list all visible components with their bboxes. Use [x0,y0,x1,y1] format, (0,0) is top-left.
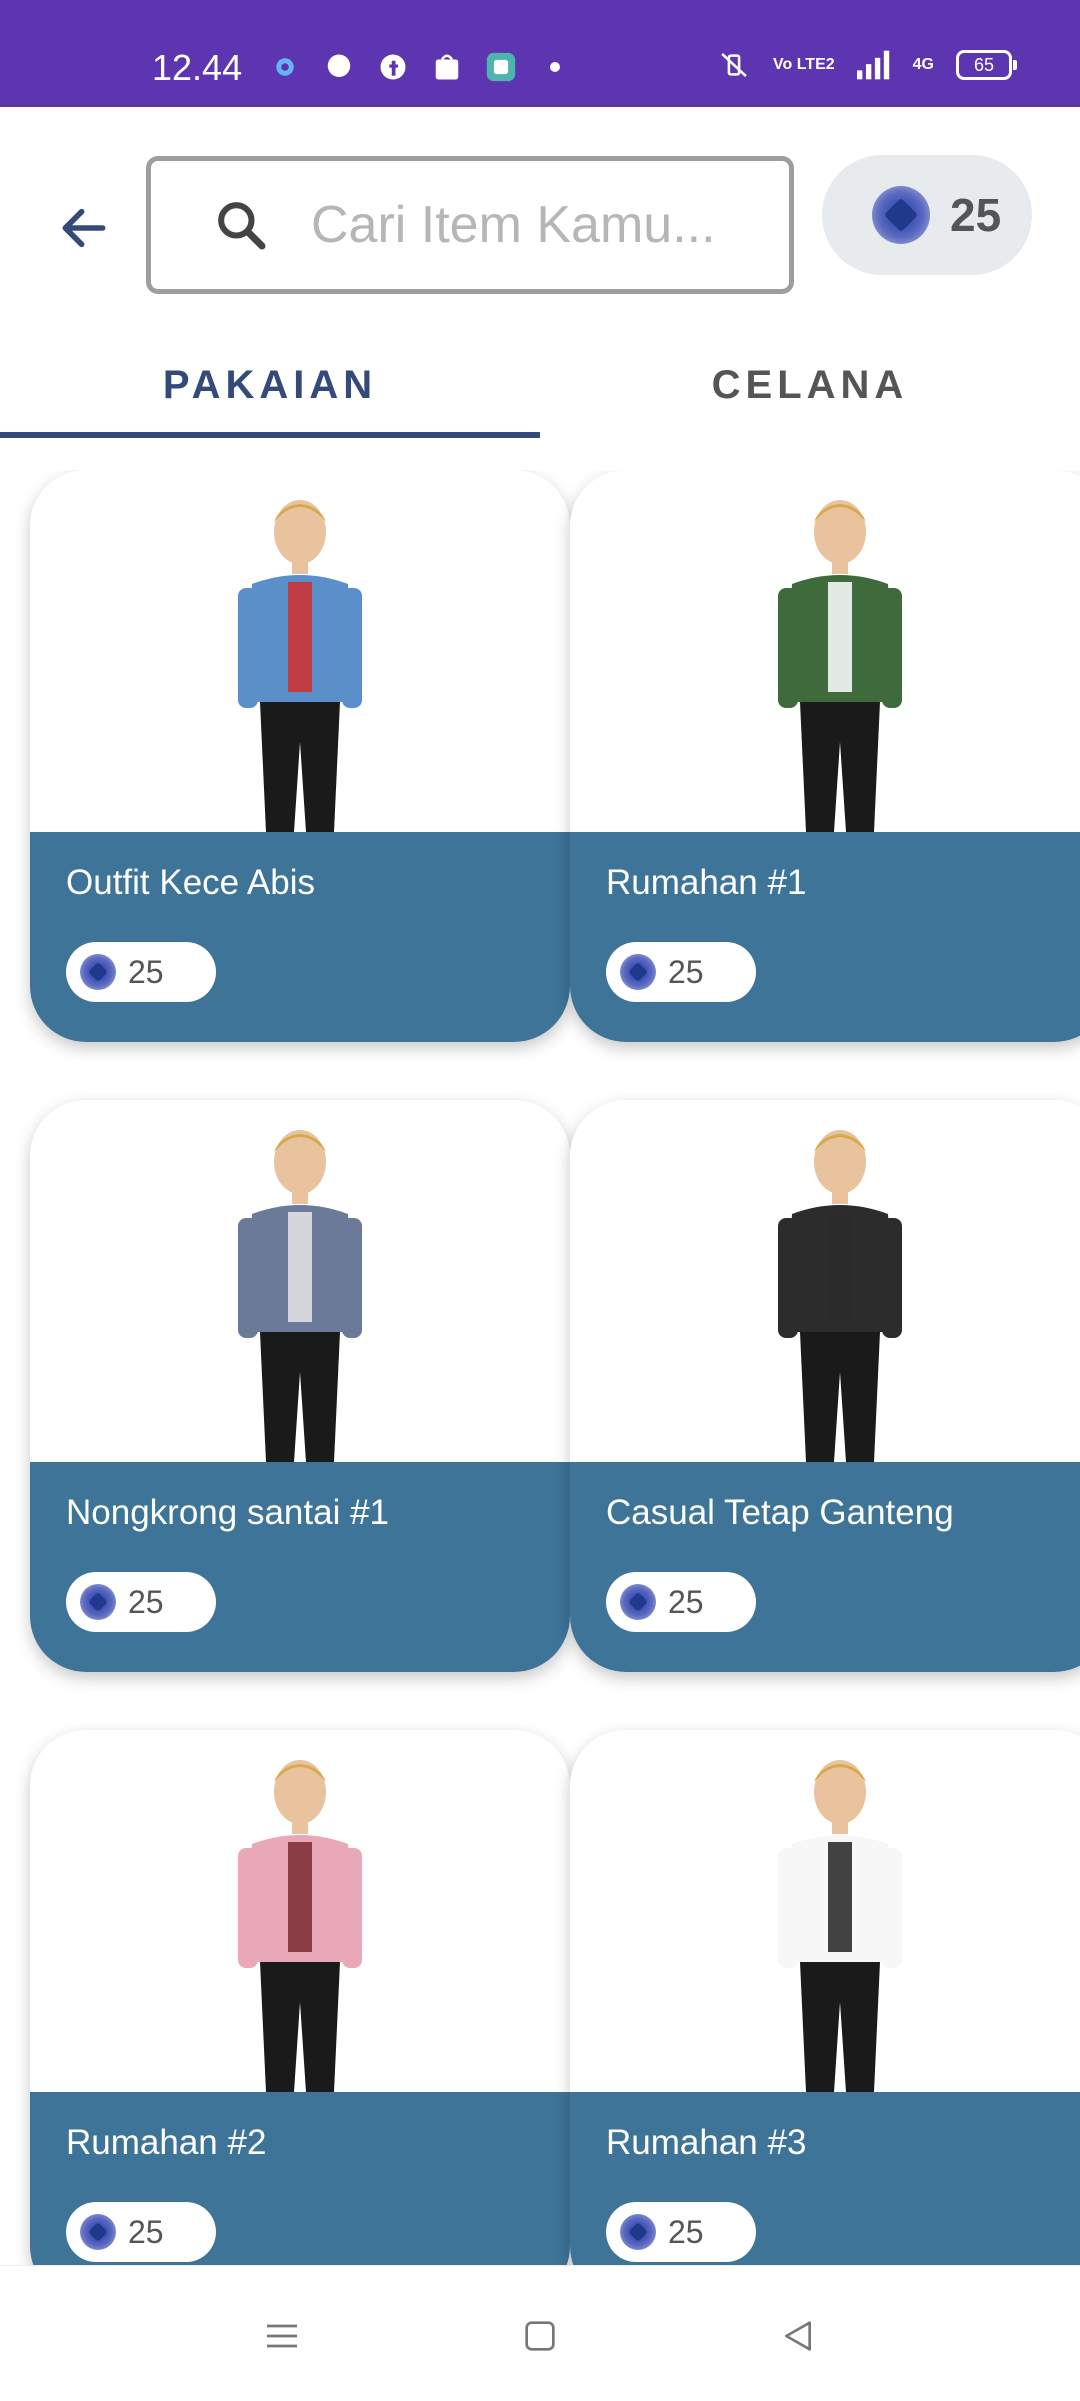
volte-indicator: Vo LTE2 [773,56,835,73]
price-badge: 25 [606,2202,756,2262]
product-image [30,1100,570,1462]
more-notifications-dot-icon [538,50,572,84]
product-price: 25 [128,2213,164,2250]
product-info: Rumahan #1 25 [570,832,1080,1042]
price-badge: 25 [66,2202,216,2262]
coin-icon [80,954,116,990]
coin-icon [620,954,656,990]
product-price: 25 [668,1583,704,1620]
mute-vibrate-icon [717,48,751,82]
home-button[interactable] [510,2306,570,2366]
arrow-left-icon [62,208,106,248]
menu-button[interactable] [252,2306,312,2366]
status-time: 12.44 [152,47,243,88]
price-badge: 25 [66,1572,216,1632]
system-status-icons: Vo LTE2 4G 65 [717,48,1017,82]
product-price: 25 [668,2213,704,2250]
product-image [30,470,570,832]
product-card[interactable]: Rumahan #1 25 [570,470,1080,1042]
product-info: Outfit Kece Abis 25 [30,832,570,1042]
triangle-back-icon [785,2321,811,2351]
product-image [30,1730,570,2092]
item-grid: Outfit Kece Abis 25 Rumahan #1 25 Nongkrong … [0,470,1080,2265]
network-type: 4G [912,56,934,73]
search-icon [218,202,266,250]
price-badge: 25 [606,942,756,1002]
product-image [570,1100,1080,1462]
product-info: Rumahan #3 25 [570,2092,1080,2265]
app-icon [484,50,518,84]
product-title: Casual Tetap Ganteng [606,1493,954,1532]
status-bar: 12.44 Vo LTE2 4G 65 [0,0,1080,107]
price-badge: 25 [66,942,216,1002]
menu-icon [267,2324,297,2348]
product-info: Casual Tetap Ganteng 25 [570,1462,1080,1672]
product-image [570,470,1080,832]
chat-bubble-icon [322,50,356,84]
battery-icon: 65 [956,50,1017,80]
product-card[interactable]: Outfit Kece Abis 25 [30,470,570,1042]
search-box[interactable] [146,156,794,294]
system-navigation-bar [0,2265,1080,2401]
product-price: 25 [128,1583,164,1620]
category-tabs: PAKAIAN CELANA [0,330,1080,440]
back-nav-button[interactable] [768,2306,828,2366]
back-button[interactable] [52,196,116,260]
product-title: Outfit Kece Abis [66,863,316,902]
signal-icon [856,48,891,82]
coin-balance: 25 [822,155,1032,275]
coin-icon [620,2214,656,2250]
product-card[interactable]: Casual Tetap Ganteng 25 [570,1100,1080,1672]
tab-celana[interactable]: CELANA [540,330,1080,440]
product-card[interactable]: Nongkrong santai #1 25 [30,1100,570,1672]
coin-icon [872,186,930,244]
product-title: Rumahan #2 [66,2123,267,2162]
product-card[interactable]: Rumahan #3 25 [570,1730,1080,2265]
product-title: Rumahan #3 [606,2123,807,2162]
product-card[interactable]: Rumahan #2 25 [30,1730,570,2265]
coin-icon [620,1584,656,1620]
active-tab-indicator [0,432,540,438]
product-image [570,1730,1080,2092]
coin-icon [80,1584,116,1620]
product-title: Rumahan #1 [606,863,807,902]
tab-pakaian[interactable]: PAKAIAN [0,330,540,440]
product-info: Rumahan #2 25 [30,2092,570,2265]
coin-icon [80,2214,116,2250]
facebook-icon [376,50,410,84]
product-title: Nongkrong santai #1 [66,1493,389,1532]
product-info: Nongkrong santai #1 25 [30,1462,570,1672]
search-input[interactable] [309,194,753,256]
coin-balance-count: 25 [950,189,1002,241]
home-square-icon [525,2321,555,2351]
shopping-bag-icon [430,50,464,84]
notification-icons [268,50,572,84]
price-badge: 25 [606,1572,756,1632]
battery-level: 65 [973,54,995,75]
product-price: 25 [668,953,704,990]
product-price: 25 [128,953,164,990]
settings-icon [268,50,302,84]
